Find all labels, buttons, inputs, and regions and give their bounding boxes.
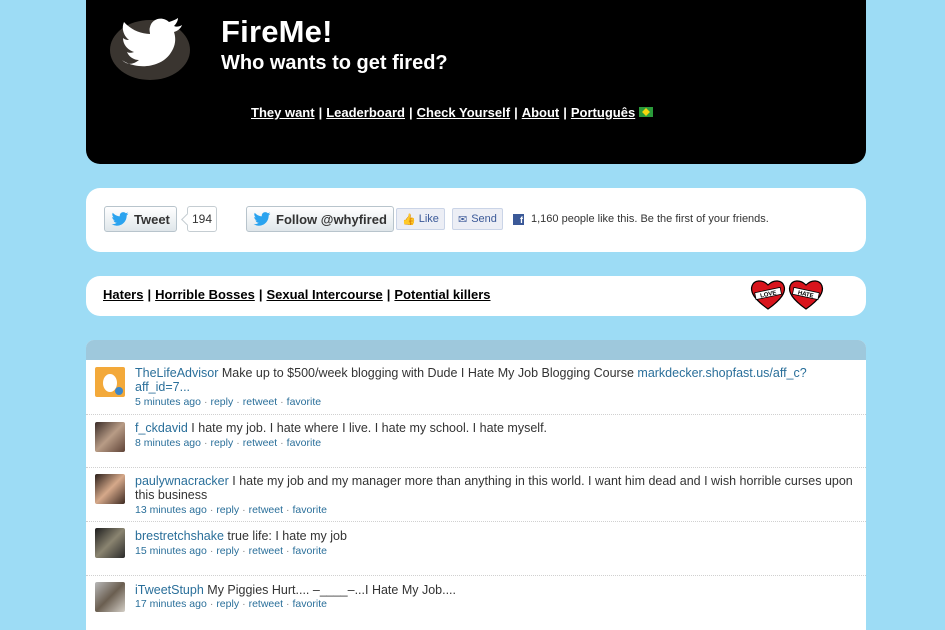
tweet-item: iTweetStuph My Piggies Hurt.... –____–..… (86, 576, 866, 630)
facebook-icon: f (513, 213, 524, 225)
reply-link[interactable]: reply (210, 396, 233, 408)
tweet-time-link[interactable]: 8 minutes ago (135, 437, 201, 449)
avatar[interactable] (95, 474, 125, 504)
reply-link[interactable]: reply (216, 504, 239, 516)
twitter-bird-icon (253, 212, 271, 226)
tweet-meta: 5 minutes ago · reply · retweet · favorite (135, 396, 322, 408)
tweet-body: Make up to $500/week blogging with Dude … (221, 366, 634, 380)
tweet-text: iTweetStuph My Piggies Hurt.... –____–..… (135, 583, 855, 597)
avatar[interactable] (95, 367, 125, 397)
send-button-label: Send (471, 213, 497, 225)
nav-check-yourself-link[interactable]: Check Yourself (417, 105, 510, 120)
nav-about-link[interactable]: About (522, 105, 560, 120)
tweet-button[interactable]: Tweet (104, 206, 177, 232)
tweet-text: brestretchshake true life: I hate my job (135, 529, 855, 543)
site-header: FireMe! Who wants to get fired? They wan… (86, 0, 866, 164)
retweet-link[interactable]: retweet (249, 504, 283, 516)
thumbs-up-icon: 👍 (402, 213, 416, 226)
avatar[interactable] (95, 582, 125, 612)
follow-button[interactable]: Follow @whyfired (246, 206, 394, 232)
tweet-meta: 8 minutes ago · reply · retweet · favorite (135, 437, 322, 449)
tweet-item: TheLifeAdvisor Make up to $500/week blog… (86, 360, 866, 415)
feed-header-strip (86, 340, 866, 360)
retweet-link[interactable]: retweet (249, 545, 283, 557)
social-bar: Tweet 194 Follow @whyfired 👍 Like ✉ Send… (86, 188, 866, 252)
tweet-count: 194 (187, 206, 217, 232)
avatar[interactable] (95, 422, 125, 452)
reply-link[interactable]: reply (216, 545, 239, 557)
facebook-like-count: f 1,160 people like this. Be the first o… (513, 213, 769, 225)
tweet-item: brestretchshake true life: I hate my job… (86, 522, 866, 576)
tweet-body: true life: I hate my job (227, 529, 347, 543)
tweet-item: f_ckdavid I hate my job. I hate where I … (86, 415, 866, 468)
favorite-link[interactable]: favorite (287, 396, 321, 408)
twitter-bird-icon (111, 212, 129, 226)
nav-portugues-link[interactable]: Português (571, 105, 635, 120)
category-horrible-bosses-link[interactable]: Horrible Bosses (155, 287, 255, 302)
twitter-bird-logo-icon (110, 18, 190, 80)
category-sexual-intercourse-link[interactable]: Sexual Intercourse (266, 287, 382, 302)
tweet-meta: 13 minutes ago · reply · retweet · favorite (135, 504, 327, 516)
favorite-link[interactable]: favorite (293, 504, 327, 516)
facebook-like-text: 1,160 people like this. Be the first of … (531, 213, 769, 225)
tweet-text: TheLifeAdvisor Make up to $500/week blog… (135, 366, 855, 394)
site-title: FireMe! (221, 14, 333, 49)
facebook-send-button[interactable]: ✉ Send (452, 208, 503, 230)
facebook-like-button[interactable]: 👍 Like (396, 208, 445, 230)
like-button-label: Like (418, 213, 439, 225)
tweet-time-link[interactable]: 17 minutes ago (135, 598, 207, 610)
category-potential-killers-link[interactable]: Potential killers (394, 287, 490, 302)
brazil-flag-icon (639, 107, 654, 117)
category-haters-link[interactable]: Haters (103, 287, 143, 302)
tweet-feed: TheLifeAdvisor Make up to $500/week blog… (86, 340, 866, 630)
favorite-link[interactable]: favorite (293, 545, 327, 557)
tweet-username-link[interactable]: brestretchshake (135, 529, 224, 543)
reply-link[interactable]: reply (210, 437, 233, 449)
tweet-body: My Piggies Hurt.... –____–...I Hate My J… (207, 583, 456, 597)
tweet-username-link[interactable]: iTweetStuph (135, 583, 204, 597)
top-nav: They want | Leaderboard | Check Yourself | Abo… (251, 105, 654, 120)
site-subtitle: Who wants to get fired? (221, 52, 448, 74)
follow-button-label: Follow @whyfired (276, 211, 387, 227)
favorite-link[interactable]: favorite (287, 437, 321, 449)
tweet-username-link[interactable]: paulywnacracker (135, 474, 229, 488)
tweet-meta: 17 minutes ago · reply · retweet · favorite (135, 598, 327, 610)
retweet-link[interactable]: retweet (243, 396, 277, 408)
love-hate-hearts-icon: LOVE HATE (750, 280, 824, 310)
tweet-body: I hate my job. I hate where I live. I ha… (191, 421, 548, 435)
tweet-time-link[interactable]: 5 minutes ago (135, 396, 201, 408)
tweet-body: I hate my job and my manager more than a… (135, 474, 853, 502)
nav-leaderboard-link[interactable]: Leaderboard (326, 105, 405, 120)
favorite-link[interactable]: favorite (293, 598, 327, 610)
tweet-username-link[interactable]: f_ckdavid (135, 421, 188, 435)
category-nav: Haters | Horrible Bosses | Sexual Intercours… (103, 287, 491, 302)
send-icon: ✉ (458, 213, 468, 226)
tweet-text: paulywnacracker I hate my job and my man… (135, 474, 855, 502)
tweet-button-label: Tweet (134, 211, 170, 227)
reply-link[interactable]: reply (216, 598, 239, 610)
tweet-time-link[interactable]: 15 minutes ago (135, 545, 207, 557)
tweet-username-link[interactable]: TheLifeAdvisor (135, 366, 218, 380)
retweet-link[interactable]: retweet (249, 598, 283, 610)
tweet-time-link[interactable]: 13 minutes ago (135, 504, 207, 516)
tweet-meta: 15 minutes ago · reply · retweet · favorite (135, 545, 327, 557)
tweet-item: paulywnacracker I hate my job and my man… (86, 468, 866, 522)
tweet-text: f_ckdavid I hate my job. I hate where I … (135, 421, 855, 435)
avatar[interactable] (95, 528, 125, 558)
egg-icon (103, 374, 123, 395)
nav-they-want-link[interactable]: They want (251, 105, 315, 120)
retweet-link[interactable]: retweet (243, 437, 277, 449)
category-bar: Haters | Horrible Bosses | Sexual Intercours… (86, 276, 866, 316)
